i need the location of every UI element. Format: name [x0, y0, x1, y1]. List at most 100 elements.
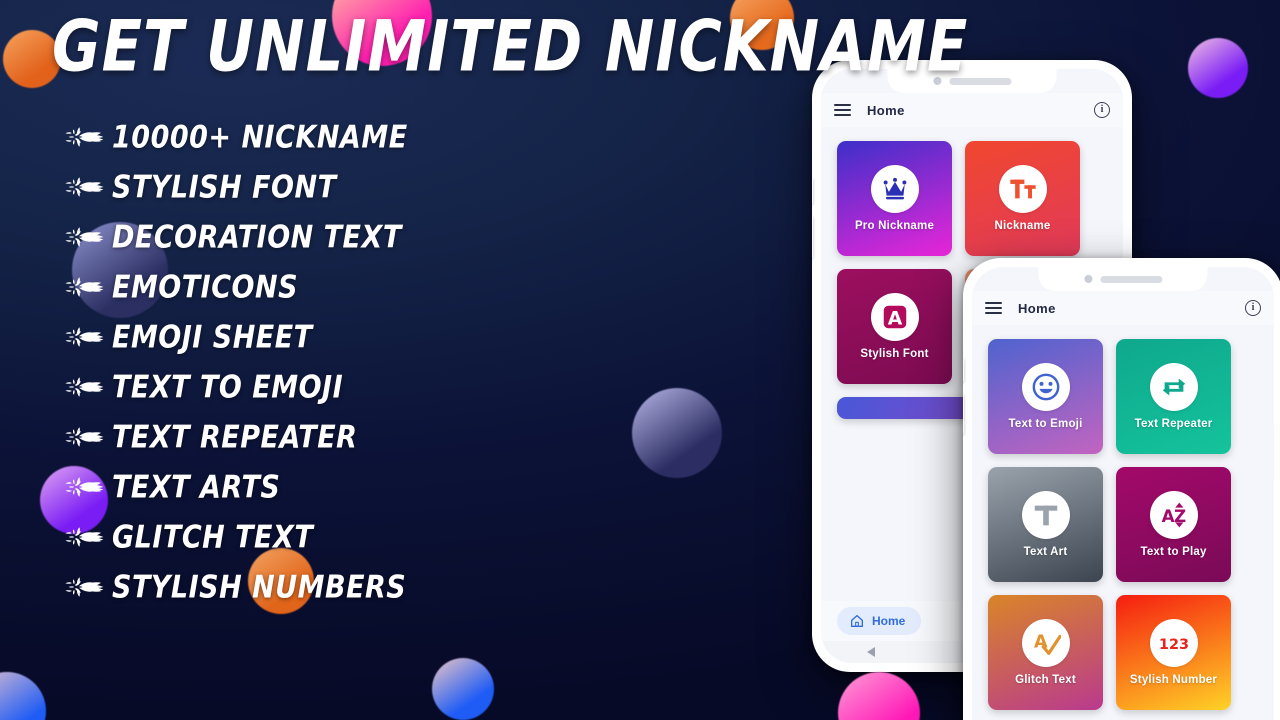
app-tile-text-repeater[interactable]: Text Repeater [1116, 339, 1231, 454]
fleur-de-lis-bullet [60, 322, 112, 352]
phone2-screen: Home i Text to Emoji Text Repeater Text … [972, 267, 1274, 720]
phone1-volume-up-button [812, 178, 813, 204]
letter-t-icon [1034, 505, 1057, 526]
fleur-de-lis-icon [65, 427, 104, 447]
app-tile-pro-nickname[interactable]: Pro Nickname [837, 141, 952, 256]
svg-text:A: A [1161, 506, 1174, 526]
feature-item: EMOJI SHEET [60, 312, 580, 362]
feature-item-label: TEXT REPEATER [112, 419, 358, 455]
fleur-de-lis-icon [65, 327, 104, 347]
app-tile-label: Stylish Font [860, 348, 929, 360]
fleur-de-lis-bullet [60, 172, 112, 202]
bottom-nav-home[interactable]: Home [837, 607, 922, 635]
promo-banner: GET UNLIMITED NICKNAME 10000+ NICKNAME S… [0, 0, 1280, 720]
smiley-icon [1032, 373, 1059, 401]
app-tile-nickname[interactable]: Nickname [965, 141, 1080, 256]
orb-slate-center [632, 388, 722, 478]
numbers-123-icon: 123 [1158, 637, 1188, 653]
app-tile-icon-badge: A [1021, 619, 1070, 667]
phone2-appbar-title: Home [1018, 300, 1056, 316]
crown-icon [883, 177, 906, 200]
app-tile-label: Text Art [1023, 546, 1068, 558]
hamburger-icon[interactable] [985, 302, 1002, 314]
app-tile-text-art[interactable]: Text Art [988, 467, 1103, 582]
app-tile-label: Stylish Number [1129, 674, 1218, 686]
app-tile-label: Text to Emoji [1008, 418, 1083, 430]
feature-item: 10000+ NICKNAME [60, 112, 580, 162]
fleur-de-lis-icon [65, 227, 104, 247]
fleur-de-lis-icon [65, 477, 104, 497]
fleur-de-lis-bullet [60, 422, 112, 452]
app-tile-label: Text to Play [1140, 546, 1207, 558]
app-tile-text-to-play[interactable]: A Z Text to Play [1116, 467, 1231, 582]
fleur-de-lis-bullet [60, 472, 112, 502]
tt-icon [1009, 179, 1036, 199]
orb-purple-topright [1188, 38, 1248, 98]
fleur-de-lis-bullet [60, 272, 112, 302]
app-tile-icon-badge: A Z [1149, 491, 1198, 539]
repeat-icon [1162, 378, 1185, 396]
home-icon [851, 615, 863, 627]
feature-item: GLITCH TEXT [60, 512, 580, 562]
info-icon[interactable]: i [1245, 300, 1261, 316]
phone-mockup-2: Home i Text to Emoji Text Repeater Text … [963, 258, 1280, 720]
feature-item-label: DECORATION TEXT [112, 219, 402, 255]
fleur-de-lis-bullet [60, 222, 112, 252]
feature-item: DECORATION TEXT [60, 212, 580, 262]
orb-blue-bottomleft [0, 672, 46, 720]
hamburger-icon[interactable] [834, 104, 851, 116]
app-tile-text-to-emoji[interactable]: Text to Emoji [988, 339, 1103, 454]
phone2-tile-grid: Text to Emoji Text Repeater Text Art A Z… [972, 327, 1274, 720]
orb-magenta-bottom [838, 672, 920, 720]
fleur-de-lis-icon [65, 177, 104, 197]
front-camera-icon [1083, 275, 1092, 283]
phone1-volume-down-button [812, 216, 813, 258]
feature-item-label: TEXT TO EMOJI [112, 369, 344, 405]
fleur-de-lis-bullet [60, 572, 112, 602]
fleur-de-lis-bullet [60, 522, 112, 552]
app-tile-icon-badge: A [870, 293, 919, 341]
feature-item-label: EMOJI SHEET [112, 319, 313, 355]
feature-item: STYLISH NUMBERS [60, 562, 580, 612]
svg-text:123: 123 [1158, 637, 1188, 653]
letter-a-icon: A [883, 305, 906, 330]
feature-item: TEXT ARTS [60, 462, 580, 512]
app-tile-stylish-font[interactable]: A Stylish Font [837, 269, 952, 384]
app-tile-icon-badge [1021, 491, 1070, 539]
feature-item: TEXT TO EMOJI [60, 362, 580, 412]
app-tile-glitch-text[interactable]: A Glitch Text [988, 595, 1103, 710]
orb-blue-bottom [432, 658, 494, 720]
fleur-de-lis-icon [65, 277, 104, 297]
feature-item-label: EMOTICONS [112, 269, 299, 305]
app-tile-label: Glitch Text [1015, 674, 1076, 686]
feature-item: EMOTICONS [60, 262, 580, 312]
app-tile-icon-badge [1149, 363, 1198, 411]
page-title-text: GET UNLIMITED NICKNAME [52, 4, 969, 88]
fleur-de-lis-icon [65, 127, 104, 147]
feature-list: 10000+ NICKNAME STYLISH FONT DECORATION … [60, 112, 580, 612]
app-tile-label: Text Repeater [1134, 418, 1213, 430]
app-tile-label: Nickname [994, 220, 1051, 232]
fleur-de-lis-bullet [60, 122, 112, 152]
phone2-volume-up-button [963, 358, 964, 382]
back-triangle-icon[interactable] [866, 647, 875, 657]
feature-item-label: GLITCH TEXT [112, 519, 314, 555]
az-sort-icon: A Z [1161, 502, 1186, 528]
fleur-de-lis-icon [65, 527, 104, 547]
app-tile-icon-badge [870, 165, 919, 213]
feature-item-label: TEXT ARTS [112, 469, 281, 505]
fleur-de-lis-icon [65, 577, 104, 597]
phone2-notch [1038, 267, 1208, 291]
page-title: GET UNLIMITED NICKNAME [52, 5, 967, 88]
feature-item-label: STYLISH FONT [112, 169, 337, 205]
app-tile-stylish-number[interactable]: 123 Stylish Number [1116, 595, 1231, 710]
phone2-appbar: Home i [972, 291, 1274, 325]
a-check-icon: A [1033, 632, 1061, 655]
bottom-nav-home-label: Home [872, 614, 906, 628]
phone1-appbar: Home i [821, 93, 1123, 127]
feature-item: STYLISH FONT [60, 162, 580, 212]
info-icon[interactable]: i [1094, 102, 1110, 118]
app-tile-label: Pro Nickname [854, 220, 935, 232]
fleur-de-lis-icon [65, 377, 104, 397]
fleur-de-lis-bullet [60, 372, 112, 402]
